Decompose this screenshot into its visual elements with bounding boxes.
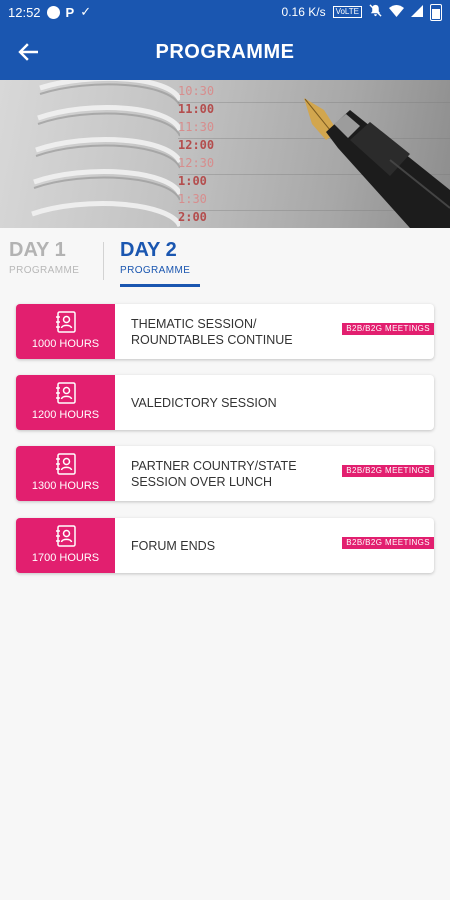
session-card[interactable]: 1700 HOURS FORUM ENDS B2B/B2G MEETINGS	[16, 518, 434, 573]
session-card[interactable]: 1000 HOURS THEMATIC SESSION/ ROUNDTABLES…	[16, 304, 434, 359]
schedule-time: 11:00	[178, 102, 215, 116]
contact-book-icon	[56, 525, 76, 547]
contact-book-icon	[56, 311, 76, 333]
tab-day-label: DAY 1	[9, 239, 66, 261]
network-speed: 0.16 K/s	[281, 5, 326, 19]
schedule-time: 2:00	[178, 210, 207, 224]
tab-sub-label: PROGRAMME	[120, 265, 191, 276]
schedule-times: 10:30 11:00 11:30 12:00 12:30 1:00 1:30 …	[178, 82, 214, 226]
parking-app-icon: P	[65, 4, 75, 20]
active-tab-indicator	[120, 284, 200, 287]
session-time: 1700 HOURS	[31, 552, 100, 564]
tab-day-2[interactable]: DAY 2 PROGRAMME	[120, 238, 190, 276]
status-time: 12:52	[8, 4, 41, 20]
contact-book-icon	[56, 453, 76, 475]
page-title: PROGRAMME	[155, 40, 295, 63]
app-bar: PROGRAMME	[0, 24, 450, 80]
download-done-icon: ✓	[80, 4, 92, 19]
tab-divider	[103, 242, 104, 280]
session-time-block: 1200 HOURS	[16, 375, 115, 430]
session-time-block: 1000 HOURS	[16, 304, 115, 359]
session-card[interactable]: 1300 HOURS PARTNER COUNTRY/STATE SESSION…	[16, 446, 434, 501]
banner-image: 10:30 11:00 11:30 12:00 12:30 1:00 1:30 …	[0, 80, 450, 228]
wifi-icon	[389, 4, 404, 20]
session-time: 1200 HOURS	[31, 409, 100, 421]
session-time-block: 1300 HOURS	[16, 446, 115, 501]
session-tag: B2B/B2G MEETINGS	[342, 465, 434, 477]
schedule-time: 12:30	[178, 156, 215, 170]
session-title: THEMATIC SESSION/ ROUNDTABLES CONTINUE	[131, 316, 293, 347]
session-time: 1300 HOURS	[31, 480, 100, 492]
session-time-block: 1700 HOURS	[16, 518, 115, 573]
status-bar: 12:52 P ✓ 0.16 K/s VoLTE	[0, 0, 450, 24]
mute-icon	[369, 4, 382, 20]
session-title: VALEDICTORY SESSION	[131, 395, 277, 410]
session-tag: B2B/B2G MEETINGS	[342, 537, 434, 549]
tab-sub-label: PROGRAMME	[9, 265, 80, 276]
schedule-time: 1:30	[178, 192, 207, 206]
tab-day-1[interactable]: DAY 1 PROGRAMME	[9, 238, 79, 276]
battery-icon	[430, 3, 442, 21]
day-tabs: DAY 1 PROGRAMME DAY 2 PROGRAMME	[0, 228, 450, 290]
schedule-time: 11:30	[178, 120, 215, 134]
schedule-time: 10:30	[178, 84, 215, 98]
fountain-pen-illustration	[304, 98, 450, 228]
notebook-spiral-illustration	[31, 80, 180, 228]
tab-day-label: DAY 2	[120, 239, 177, 261]
schedule-time: 1:00	[178, 174, 207, 188]
session-time: 1000 HOURS	[31, 338, 100, 350]
session-title: PARTNER COUNTRY/STATE SESSION OVER LUNCH	[131, 458, 297, 489]
notification-dot-icon	[46, 5, 60, 19]
session-card[interactable]: 1200 HOURS VALEDICTORY SESSION	[16, 375, 434, 430]
session-tag: B2B/B2G MEETINGS	[342, 323, 434, 335]
volte-badge: VoLTE	[332, 6, 362, 18]
schedule-time: 12:00	[178, 138, 215, 152]
signal-icon	[411, 4, 423, 20]
contact-book-icon	[56, 382, 76, 404]
session-title: FORUM ENDS	[131, 538, 216, 553]
